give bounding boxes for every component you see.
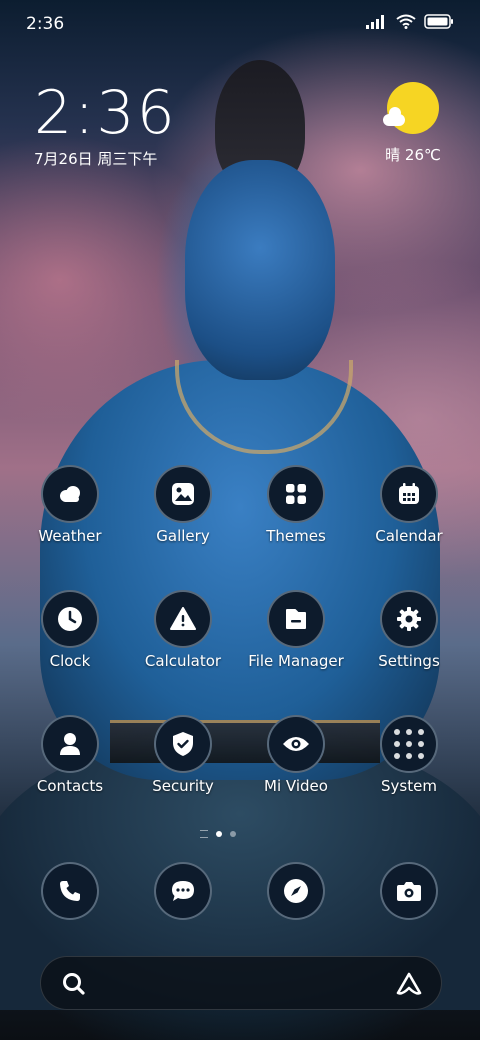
image-icon [154,465,212,523]
weather-text: 晴 26℃ [378,144,448,165]
widget-time: 2:36 [34,78,177,148]
app-label: System [381,777,437,795]
wallpaper-head [185,160,335,380]
eye-icon [267,715,325,773]
app-label: Security [152,777,214,795]
app-clock[interactable]: Clock [14,590,126,670]
app-gallery[interactable]: Gallery [127,465,239,545]
page-dot [230,831,236,837]
weather-widget[interactable]: 晴 26℃ [378,82,448,165]
app-security[interactable]: Security [127,715,239,795]
widget-date: 7月26日 周三下午 [34,150,158,168]
page-indicator[interactable] [200,830,236,838]
app-label: Contacts [36,777,104,795]
app-calculator[interactable]: Calculator [127,590,239,670]
app-label: Clock [49,652,91,670]
signal-icon [366,14,388,33]
app-themes[interactable]: Themes [240,465,352,545]
app-label: Gallery [156,527,210,545]
camera-icon [380,862,438,920]
calendar-icon [380,465,438,523]
weather-condition: 晴 [385,146,401,164]
app-label: Calendar [375,527,443,545]
app-mi-video[interactable]: Mi Video [240,715,352,795]
wifi-icon [396,14,416,33]
gear-icon [380,590,438,648]
weather-temperature: 26℃ [404,146,441,164]
folder-grid-icon [380,715,438,773]
cloud-icon [41,465,99,523]
app-label: Mi Video [264,777,328,795]
app-settings[interactable]: Settings [353,590,465,670]
chat-icon [154,862,212,920]
app-contacts[interactable]: Contacts [14,715,126,795]
page-indicator-lines [200,830,208,838]
person-icon [41,715,99,773]
warning-icon [154,590,212,648]
dock-browser[interactable] [240,862,352,920]
grid-icon [267,465,325,523]
app-label: Themes [266,527,326,545]
clock-widget[interactable]: 2:36 7月26日 周三下午 [34,80,177,169]
dock-camera[interactable] [353,862,465,920]
shield-icon [154,715,212,773]
app-weather[interactable]: Weather [14,465,126,545]
compass-icon [267,862,325,920]
phone-icon [41,862,99,920]
sun-cloud-icon [383,82,439,134]
dock-phone[interactable] [14,862,126,920]
status-icons [366,14,454,33]
app-label: Calculator [144,652,222,670]
app-system-folder[interactable]: System [353,715,465,795]
status-time: 2:36 [26,14,65,34]
assistant-icon[interactable] [395,971,423,1001]
battery-icon [424,14,454,33]
app-label: Settings [378,652,440,670]
app-label: File Manager [248,652,344,670]
status-bar: 2:36 [0,0,480,50]
dock-messages[interactable] [127,862,239,920]
app-file-manager[interactable]: File Manager [240,590,352,670]
app-label: Weather [38,527,102,545]
folder-icon [267,590,325,648]
clock-icon [41,590,99,648]
search-icon[interactable] [61,971,87,1001]
app-calendar[interactable]: Calendar [353,465,465,545]
page-dot-active [216,831,222,837]
home-screen: 2:36 2:36 7月26日 周三下午 晴 26℃ Weather Galle… [0,0,480,1040]
search-bar[interactable] [40,956,442,1010]
